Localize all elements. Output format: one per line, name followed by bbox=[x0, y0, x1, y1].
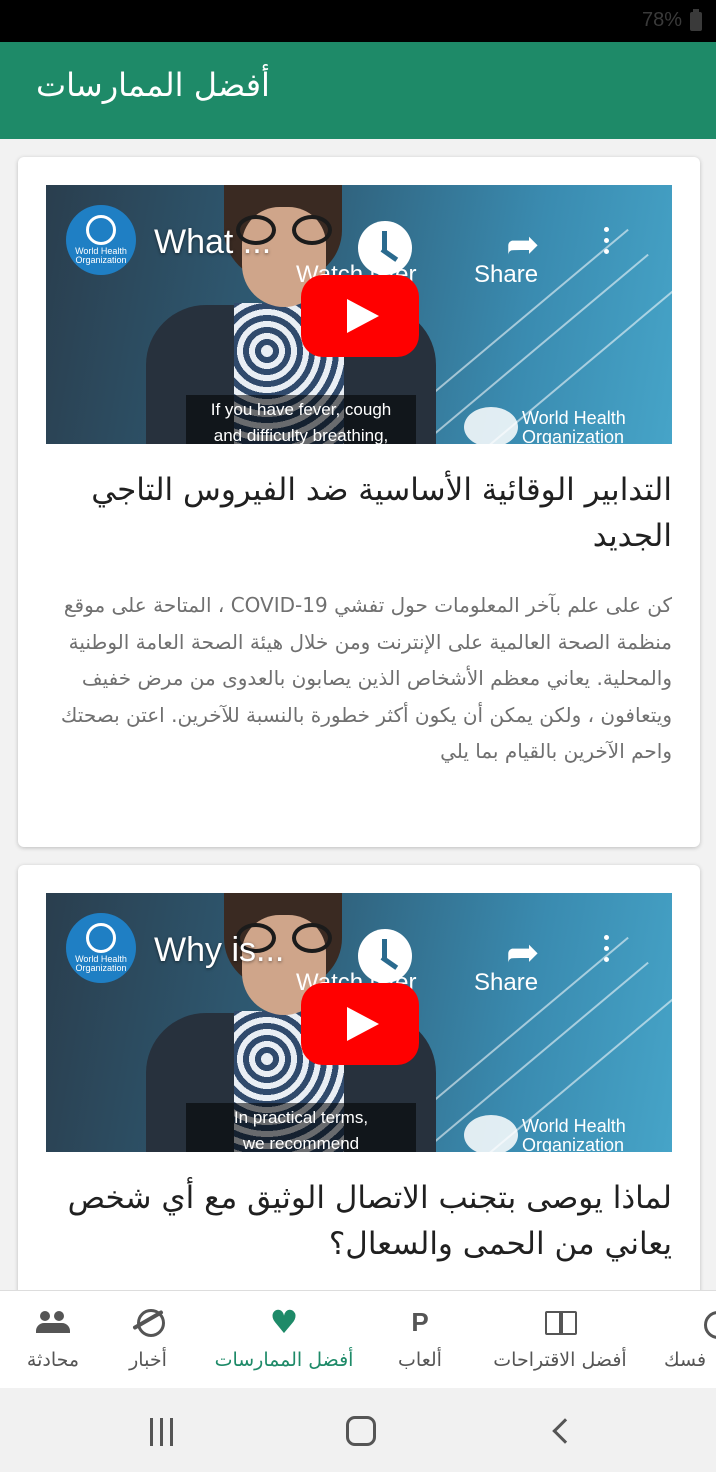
who-watermark: World Health Organization bbox=[464, 407, 664, 444]
playstation-icon: P bbox=[411, 1307, 429, 1337]
nav-item-chat[interactable]: محادثة bbox=[10, 1291, 96, 1389]
video-caption: If you have fever, cough and difficulty … bbox=[186, 395, 416, 444]
card-title: لماذا يوصى بتجنب الاتصال الوثيق مع أي شخ… bbox=[67, 1180, 672, 1262]
bottom-navigation: محادثة أخبار ♥ أفضل الممارسات P ألعاب أف… bbox=[0, 1290, 716, 1388]
who-watermark: World Health Organization bbox=[464, 1115, 664, 1152]
practice-card[interactable]: World Health Organization What ... Watch… bbox=[18, 157, 700, 847]
video-caption: In practical terms, we recommend bbox=[186, 1103, 416, 1152]
practice-card[interactable]: World Health Organization Why is... Watc… bbox=[18, 865, 700, 1290]
book-icon bbox=[543, 1307, 577, 1337]
video-title[interactable]: What ... bbox=[154, 223, 271, 262]
nav-label: فسك bbox=[664, 1349, 707, 1371]
more-options-icon[interactable] bbox=[602, 227, 610, 257]
share-label[interactable]: Share bbox=[474, 261, 538, 289]
video-player[interactable]: World Health Organization What ... Watch… bbox=[46, 185, 672, 444]
nav-item-games[interactable]: P ألعاب bbox=[382, 1291, 458, 1389]
card-list[interactable]: World Health Organization What ... Watch… bbox=[0, 139, 716, 1290]
back-icon[interactable] bbox=[552, 1418, 578, 1444]
heart-icon: ♥ bbox=[269, 1303, 299, 1341]
nav-label: أخبار bbox=[129, 1349, 167, 1371]
people-icon bbox=[36, 1307, 70, 1337]
nav-label: ألعاب bbox=[398, 1349, 442, 1371]
nav-item-news[interactable]: أخبار bbox=[110, 1291, 186, 1389]
app-bar: أفضل الممارسات bbox=[0, 42, 716, 139]
battery-level: 78% bbox=[641, 9, 682, 31]
who-emblem-icon bbox=[464, 407, 518, 444]
nav-item-suggestions[interactable]: أفضل الاقتراحات bbox=[480, 1291, 640, 1389]
nav-label: أفضل الممارسات bbox=[214, 1349, 354, 1371]
nav-item-best-practices[interactable]: ♥ أفضل الممارسات bbox=[206, 1291, 362, 1389]
home-icon[interactable] bbox=[346, 1416, 376, 1446]
status-bar: 78% bbox=[0, 0, 716, 42]
nav-item-partial[interactable]: فسك bbox=[664, 1291, 716, 1389]
who-emblem-icon bbox=[464, 1115, 518, 1152]
play-button[interactable] bbox=[301, 983, 419, 1065]
recent-apps-icon[interactable] bbox=[148, 1418, 176, 1446]
share-label[interactable]: Share bbox=[474, 969, 538, 997]
more-options-icon[interactable] bbox=[602, 935, 610, 965]
card-description: كن على علم بآخر المعلومات حول تفشي COVID… bbox=[60, 593, 672, 763]
video-player[interactable]: World Health Organization Why is... Watc… bbox=[46, 893, 672, 1152]
video-title[interactable]: Why is... bbox=[154, 931, 284, 970]
page-title: أفضل الممارسات bbox=[36, 66, 270, 104]
system-navigation-bar bbox=[0, 1388, 716, 1472]
partial-icon bbox=[664, 1307, 716, 1339]
nav-label: محادثة bbox=[26, 1349, 80, 1371]
play-button[interactable] bbox=[301, 275, 419, 357]
planet-icon bbox=[131, 1307, 165, 1337]
share-icon[interactable]: ➦ bbox=[506, 933, 552, 973]
share-icon[interactable]: ➦ bbox=[506, 225, 552, 265]
nav-label: أفضل الاقتراحات bbox=[493, 1349, 627, 1371]
who-logo-icon[interactable]: World Health Organization bbox=[66, 205, 136, 275]
card-title: التدابير الوقائية الأساسية ضد الفيروس ال… bbox=[91, 472, 672, 554]
battery-icon bbox=[690, 9, 702, 31]
who-logo-icon[interactable]: World Health Organization bbox=[66, 913, 136, 983]
